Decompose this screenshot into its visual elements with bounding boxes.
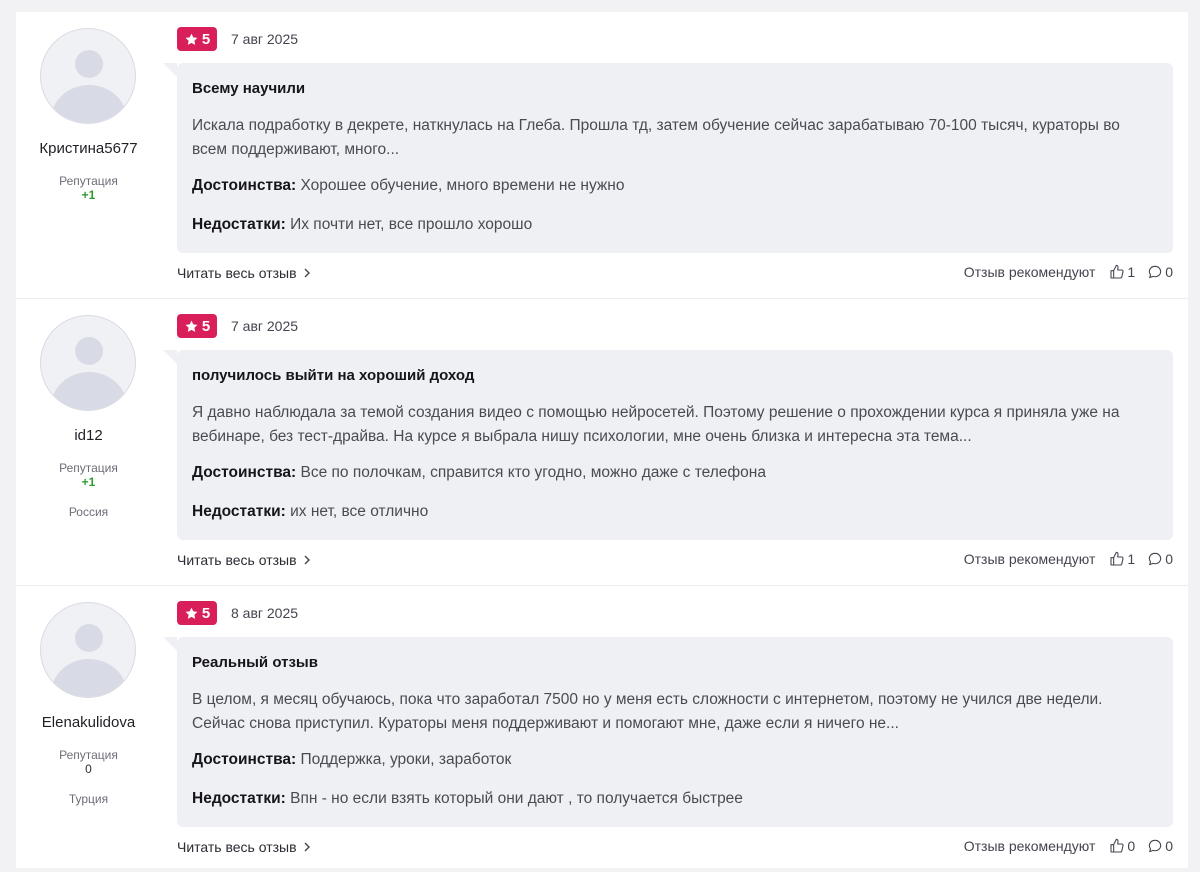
comment-icon [1149,265,1162,279]
like-count: 1 [1127,264,1136,280]
rating-value: 5 [201,604,211,622]
avatar[interactable] [40,602,136,698]
avatar-head-shape [75,624,103,652]
review-title[interactable]: получилось выйти на хороший доход [192,367,474,384]
recommend-label: Отзыв рекомендуют [963,264,1096,280]
comment-count: 0 [1165,838,1173,854]
avatar-body-shape [51,372,127,410]
rating-value: 5 [201,30,211,48]
pros-text: Поддержка, уроки, заработок [300,751,512,768]
read-full-review-link[interactable]: Читать весь отзыв [177,552,311,568]
author-country: Россия [68,505,109,519]
review-title[interactable]: Реальный отзыв [192,654,318,671]
cons-label: Недостатки: [192,503,286,520]
chevron-right-icon [304,555,310,565]
read-more-label: Читать весь отзыв [177,839,297,855]
pros-label: Достоинства: [192,177,297,194]
rating-badge: 5 [177,314,217,338]
avatar[interactable] [40,315,136,411]
cons-text: Их почти нет, все прошло хорошо [290,216,533,233]
review-card: Elenakulidova Репутация 0 Турция 5 8 авг… [16,586,1188,868]
recommend-label: Отзыв рекомендуют [963,838,1096,854]
avatar-body-shape [51,85,127,123]
review-list: Кристина5677 Репутация +1 5 7 авг 2025 В… [16,12,1188,868]
review-date: 7 авг 2025 [231,318,299,334]
pros-text: Хорошее обучение, много времени не нужно [300,177,625,194]
review-content: Всему научили Искала подработку в декрет… [163,63,1173,253]
review-text: Я давно наблюдала за темой создания виде… [192,404,1120,445]
rating-badge: 5 [177,601,217,625]
review-pros: Достоинства: Поддержка, уроки, заработок [192,751,511,769]
review-footer-stats: Отзыв рекомендуют 0 0 [964,838,1173,854]
review-pros: Достоинства: Все по полочкам, справится … [192,464,766,482]
comments-button[interactable]: 0 [1147,264,1173,280]
review-card: id12 Репутация +1 Россия 5 7 авг 2025 по… [16,299,1188,586]
review-title[interactable]: Всему научили [192,80,305,97]
rating-value: 5 [201,317,211,335]
read-more-label: Читать весь отзыв [177,552,297,568]
avatar-head-shape [75,337,103,365]
cons-label: Недостатки: [192,790,286,807]
star-icon [185,33,198,45]
comment-icon [1149,552,1162,566]
reputation-label: Репутация [59,461,118,475]
pros-text: Все по полочкам, справится кто угодно, м… [300,464,766,481]
author-name[interactable]: Elenakulidova [16,714,161,731]
thumbs-up-icon [1110,838,1124,853]
pros-label: Достоинства: [192,751,297,768]
comments-button[interactable]: 0 [1147,838,1173,854]
chevron-right-icon [304,842,310,852]
review-content: получилось выйти на хороший доход Я давн… [163,350,1173,540]
like-count: 0 [1127,838,1136,854]
cons-text: Впн - но если взять который они дают , т… [290,790,743,807]
review-text: Искала подработку в декрете, наткнулась … [192,117,1120,158]
avatar-head-shape [75,50,103,78]
like-count: 1 [1127,551,1136,567]
review-date: 8 авг 2025 [231,605,299,621]
reputation-value: +1 [81,475,96,489]
reputation-value: +1 [81,188,96,202]
reputation-label: Репутация [59,748,118,762]
thumbs-up-icon [1110,551,1124,566]
like-button[interactable]: 1 [1109,551,1135,567]
rating-badge: 5 [177,27,217,51]
star-icon [185,320,198,332]
avatar[interactable] [40,28,136,124]
reputation-value: 0 [85,762,92,776]
chevron-right-icon [304,268,310,278]
comment-count: 0 [1165,551,1173,567]
cons-label: Недостатки: [192,216,286,233]
reputation-label: Репутация [59,174,118,188]
review-cons: Недостатки: Их почти нет, все прошло хор… [192,216,532,234]
review-text: В целом, я месяц обучаюсь, пока что зара… [192,691,1103,732]
thumbs-up-icon [1110,264,1124,279]
like-button[interactable]: 0 [1109,838,1135,854]
review-content: Реальный отзыв В целом, я месяц обучаюсь… [163,637,1173,827]
read-more-label: Читать весь отзыв [177,265,297,281]
review-date: 7 авг 2025 [231,31,299,47]
review-footer-stats: Отзыв рекомендуют 1 0 [964,551,1173,567]
read-full-review-link[interactable]: Читать весь отзыв [177,839,311,855]
comment-count: 0 [1165,264,1173,280]
pros-label: Достоинства: [192,464,297,481]
recommend-label: Отзыв рекомендуют [963,551,1096,567]
review-footer-stats: Отзыв рекомендуют 1 0 [964,264,1173,280]
avatar-body-shape [51,659,127,697]
cons-text: их нет, все отлично [290,503,429,520]
read-full-review-link[interactable]: Читать весь отзыв [177,265,311,281]
review-cons: Недостатки: Впн - но если взять который … [192,790,743,808]
comments-button[interactable]: 0 [1147,551,1173,567]
author-name[interactable]: Кристина5677 [16,140,161,157]
review-cons: Недостатки: их нет, все отлично [192,503,428,521]
like-button[interactable]: 1 [1109,264,1135,280]
author-name[interactable]: id12 [16,427,161,444]
review-card: Кристина5677 Репутация +1 5 7 авг 2025 В… [16,12,1188,299]
review-pros: Достоинства: Хорошее обучение, много вре… [192,177,624,195]
author-country: Турция [68,792,109,806]
comment-icon [1149,839,1162,853]
star-icon [185,607,198,619]
